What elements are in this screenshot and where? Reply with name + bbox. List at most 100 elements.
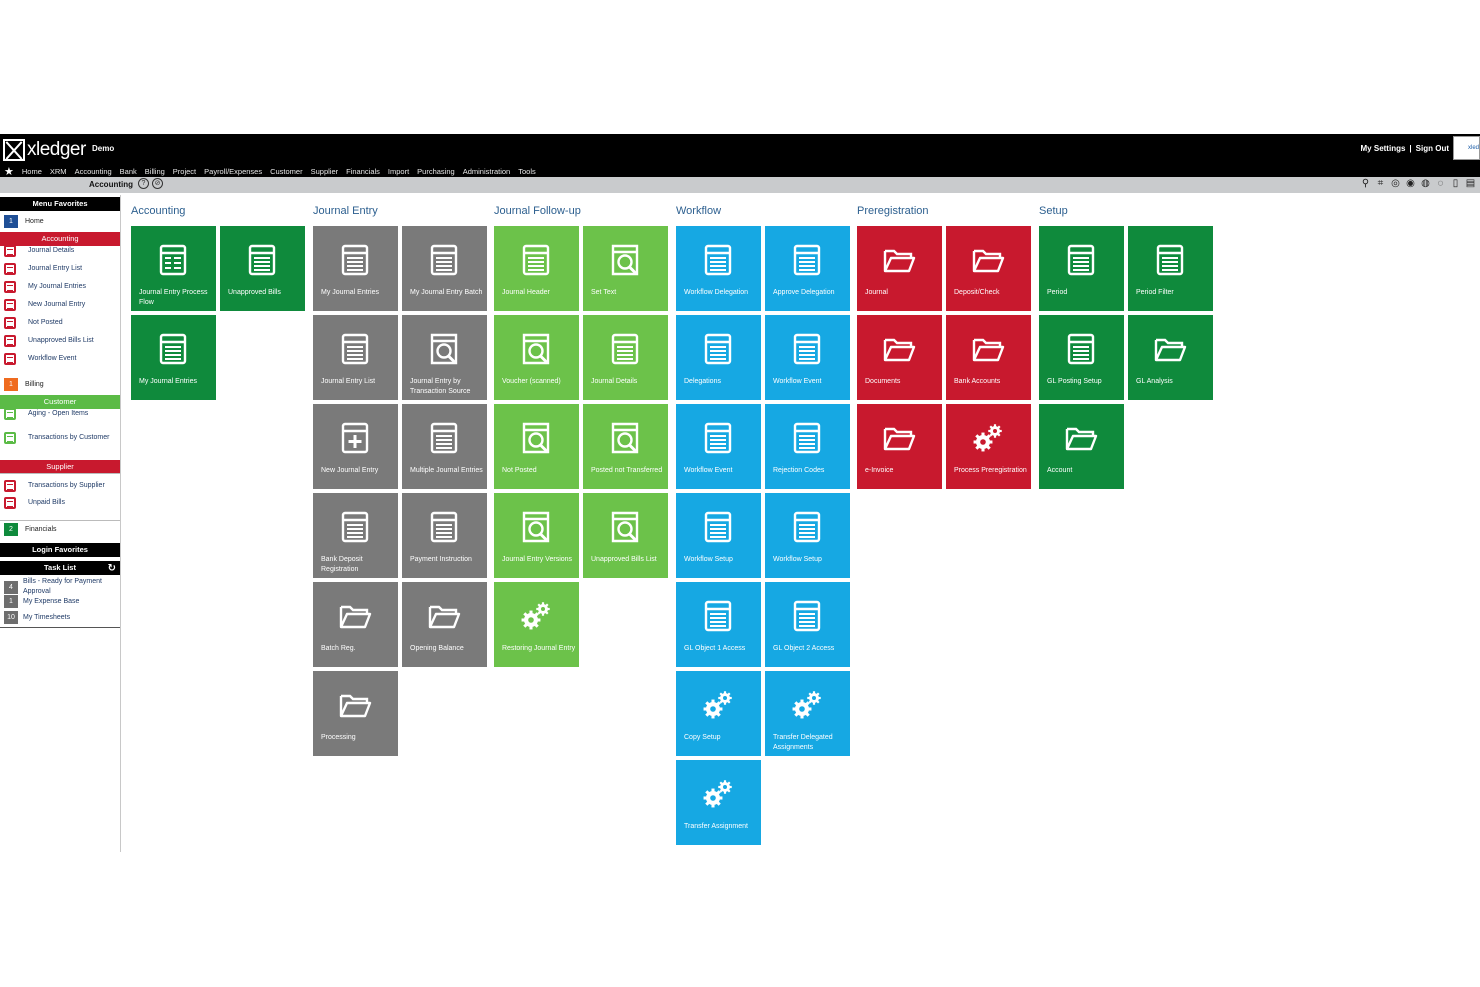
tile-approve-delegation[interactable]: Approve Delegation [765,226,850,311]
menu-supplier[interactable]: Supplier [311,167,339,176]
sidebar-item-not-posted[interactable]: Not Posted [4,317,120,329]
search-icon[interactable]: ⚲ [1360,178,1371,190]
tile-workflow-event[interactable]: Workflow Event [676,404,761,489]
menu-purchasing[interactable]: Purchasing [417,167,455,176]
sidebar-item-journal-entry-list[interactable]: Journal Entry List [4,263,120,275]
tile-copy-setup[interactable]: Copy Setup [676,671,761,756]
menu-tools[interactable]: Tools [518,167,536,176]
sidebar-item-aging-open-items[interactable]: Aging - Open Items [4,408,120,420]
sidebar-item-financials[interactable]: 2 Financials [4,523,120,536]
task-item-my-timesheets[interactable]: 10 My Timesheets [4,611,120,624]
tile-gl-analysis[interactable]: GL Analysis [1128,315,1213,400]
sidebar-item-new-journal-entry[interactable]: New Journal Entry [4,299,120,311]
sidebar-item-journal-details[interactable]: Journal Details [4,245,120,257]
tile-journal-entry-by-transaction-source[interactable]: Journal Entry by Transaction Source [402,315,487,400]
tile-deposit-check[interactable]: Deposit/Check [946,226,1031,311]
tile-my-journal-entries[interactable]: My Journal Entries [131,315,216,400]
mail-icon[interactable]: ◌ [1435,178,1446,190]
tile-e-invoice[interactable]: e-Invoice [857,404,942,489]
tile-multiple-journal-entries[interactable]: Multiple Journal Entries [402,404,487,489]
tile-workflow-delegation[interactable]: Workflow Delegation [676,226,761,311]
page-icon[interactable]: ▯ [1450,178,1461,190]
sidebar: Menu Favorites 1 Home Accounting Journal Det… [0,195,121,852]
tile-journal-entry-process-flow[interactable]: Journal Entry Process Flow [131,226,216,311]
tile-gl-posting-setup[interactable]: GL Posting Setup [1039,315,1124,400]
tile-bank-deposit-registration[interactable]: Bank Deposit Registration [313,493,398,578]
help-icon[interactable]: ◎ [1390,178,1401,190]
list-doc-icon [4,317,16,329]
sidebar-item-transactions-by-supplier[interactable]: Transactions by Supplier [4,475,120,497]
menu-project[interactable]: Project [173,167,196,176]
menu-home[interactable]: Home [22,167,42,176]
tile-gl-object-2-access[interactable]: GL Object 2 Access [765,582,850,667]
refresh-icon[interactable]: ↻ [108,562,116,576]
sidebar-item-unapproved-bills-list[interactable]: Unapproved Bills List [4,335,120,347]
tile-journal-entry-list[interactable]: Journal Entry List [313,315,398,400]
tile-rejection-codes[interactable]: Rejection Codes [765,404,850,489]
sidebar-item-billing[interactable]: 1 Billing [4,378,120,391]
tile-workflow-event[interactable]: Workflow Event [765,315,850,400]
menu-xrm[interactable]: XRM [50,167,67,176]
tile-restoring-journal-entry[interactable]: Restoring Journal Entry [494,582,579,667]
menu-import[interactable]: Import [388,167,409,176]
task-count: 10 [4,611,18,624]
tile-period[interactable]: Period [1039,226,1124,311]
tile-transfer-delegated-assignments[interactable]: Transfer Delegated Assignments [765,671,850,756]
compass-icon[interactable]: ⊘ [152,178,163,189]
task-item-my-expense-base[interactable]: 1 My Expense Base [4,595,120,608]
menu-billing[interactable]: Billing [145,167,165,176]
tile-workflow-setup[interactable]: Workflow Setup [676,493,761,578]
menu-payroll-expenses[interactable]: Payroll/Expenses [204,167,262,176]
info-icon[interactable]: ? [138,178,149,189]
tile-documents[interactable]: Documents [857,315,942,400]
message-icon[interactable]: ◍ [1420,178,1431,190]
plus-doc-icon [338,421,372,455]
tile-gl-object-1-access[interactable]: GL Object 1 Access [676,582,761,667]
tile-journal-details[interactable]: Journal Details [583,315,668,400]
tile-unapproved-bills[interactable]: Unapproved Bills [220,226,305,311]
tile-batch-reg[interactable]: Batch Reg. [313,582,398,667]
menu-bank[interactable]: Bank [120,167,137,176]
tile-opening-balance[interactable]: Opening Balance [402,582,487,667]
tile-label: Processing [321,734,356,741]
task-item-bills-ready-for-payment-approval[interactable]: 4 Bills - Ready for Payment Approval [4,577,120,597]
tile-journal-header[interactable]: Journal Header [494,226,579,311]
sidebar-item-transactions-by-customer[interactable]: Transactions by Customer [4,427,120,449]
tile-period-filter[interactable]: Period Filter [1128,226,1213,311]
tile-my-journal-entries[interactable]: My Journal Entries [313,226,398,311]
brand-name: xledger [27,139,86,160]
tile-unapproved-bills-list[interactable]: Unapproved Bills List [583,493,668,578]
tile-new-journal-entry[interactable]: New Journal Entry [313,404,398,489]
menu-accounting[interactable]: Accounting [75,167,112,176]
tile-workflow-setup[interactable]: Workflow Setup [765,493,850,578]
tile-delegations[interactable]: Delegations [676,315,761,400]
info-circle-icon[interactable]: ◉ [1405,178,1416,190]
menu-administration[interactable]: Administration [463,167,511,176]
tile-my-journal-entry-batch[interactable]: My Journal Entry Batch [402,226,487,311]
gears-icon [971,421,1005,455]
sitemap-icon[interactable]: ⌗ [1375,178,1386,190]
sidebar-item-unpaid-bills[interactable]: Unpaid Bills [4,497,120,509]
tile-voucher-scanned[interactable]: Voucher (scanned) [494,315,579,400]
tile-set-text[interactable]: Set Text [583,226,668,311]
tile-journal[interactable]: Journal [857,226,942,311]
tile-bank-accounts[interactable]: Bank Accounts [946,315,1031,400]
tile-payment-instruction[interactable]: Payment Instruction [402,493,487,578]
tile-transfer-assignment[interactable]: Transfer Assignment [676,760,761,845]
menu-customer[interactable]: Customer [270,167,303,176]
sidebar-item-home[interactable]: 1 Home [4,215,120,228]
my-settings-link[interactable]: My Settings [1361,144,1406,153]
sidebar-item-my-journal-entries[interactable]: My Journal Entries [4,281,120,293]
report-icon[interactable]: ▤ [1465,178,1476,190]
tile-label: Unapproved Bills List [591,556,657,563]
sign-out-link[interactable]: Sign Out [1416,144,1449,153]
tile-posted-not-transferred[interactable]: Posted not Transferred [583,404,668,489]
tile-account[interactable]: Account [1039,404,1124,489]
tile-journal-entry-versions[interactable]: Journal Entry Versions [494,493,579,578]
xledger-logo[interactable]: xledger [3,137,86,163]
menu-financials[interactable]: Financials [346,167,380,176]
tile-not-posted[interactable]: Not Posted [494,404,579,489]
sidebar-item-workflow-event[interactable]: Workflow Event [4,353,120,365]
tile-processing[interactable]: Processing [313,671,398,756]
tile-process-preregistration[interactable]: Process Preregistration [946,404,1031,489]
